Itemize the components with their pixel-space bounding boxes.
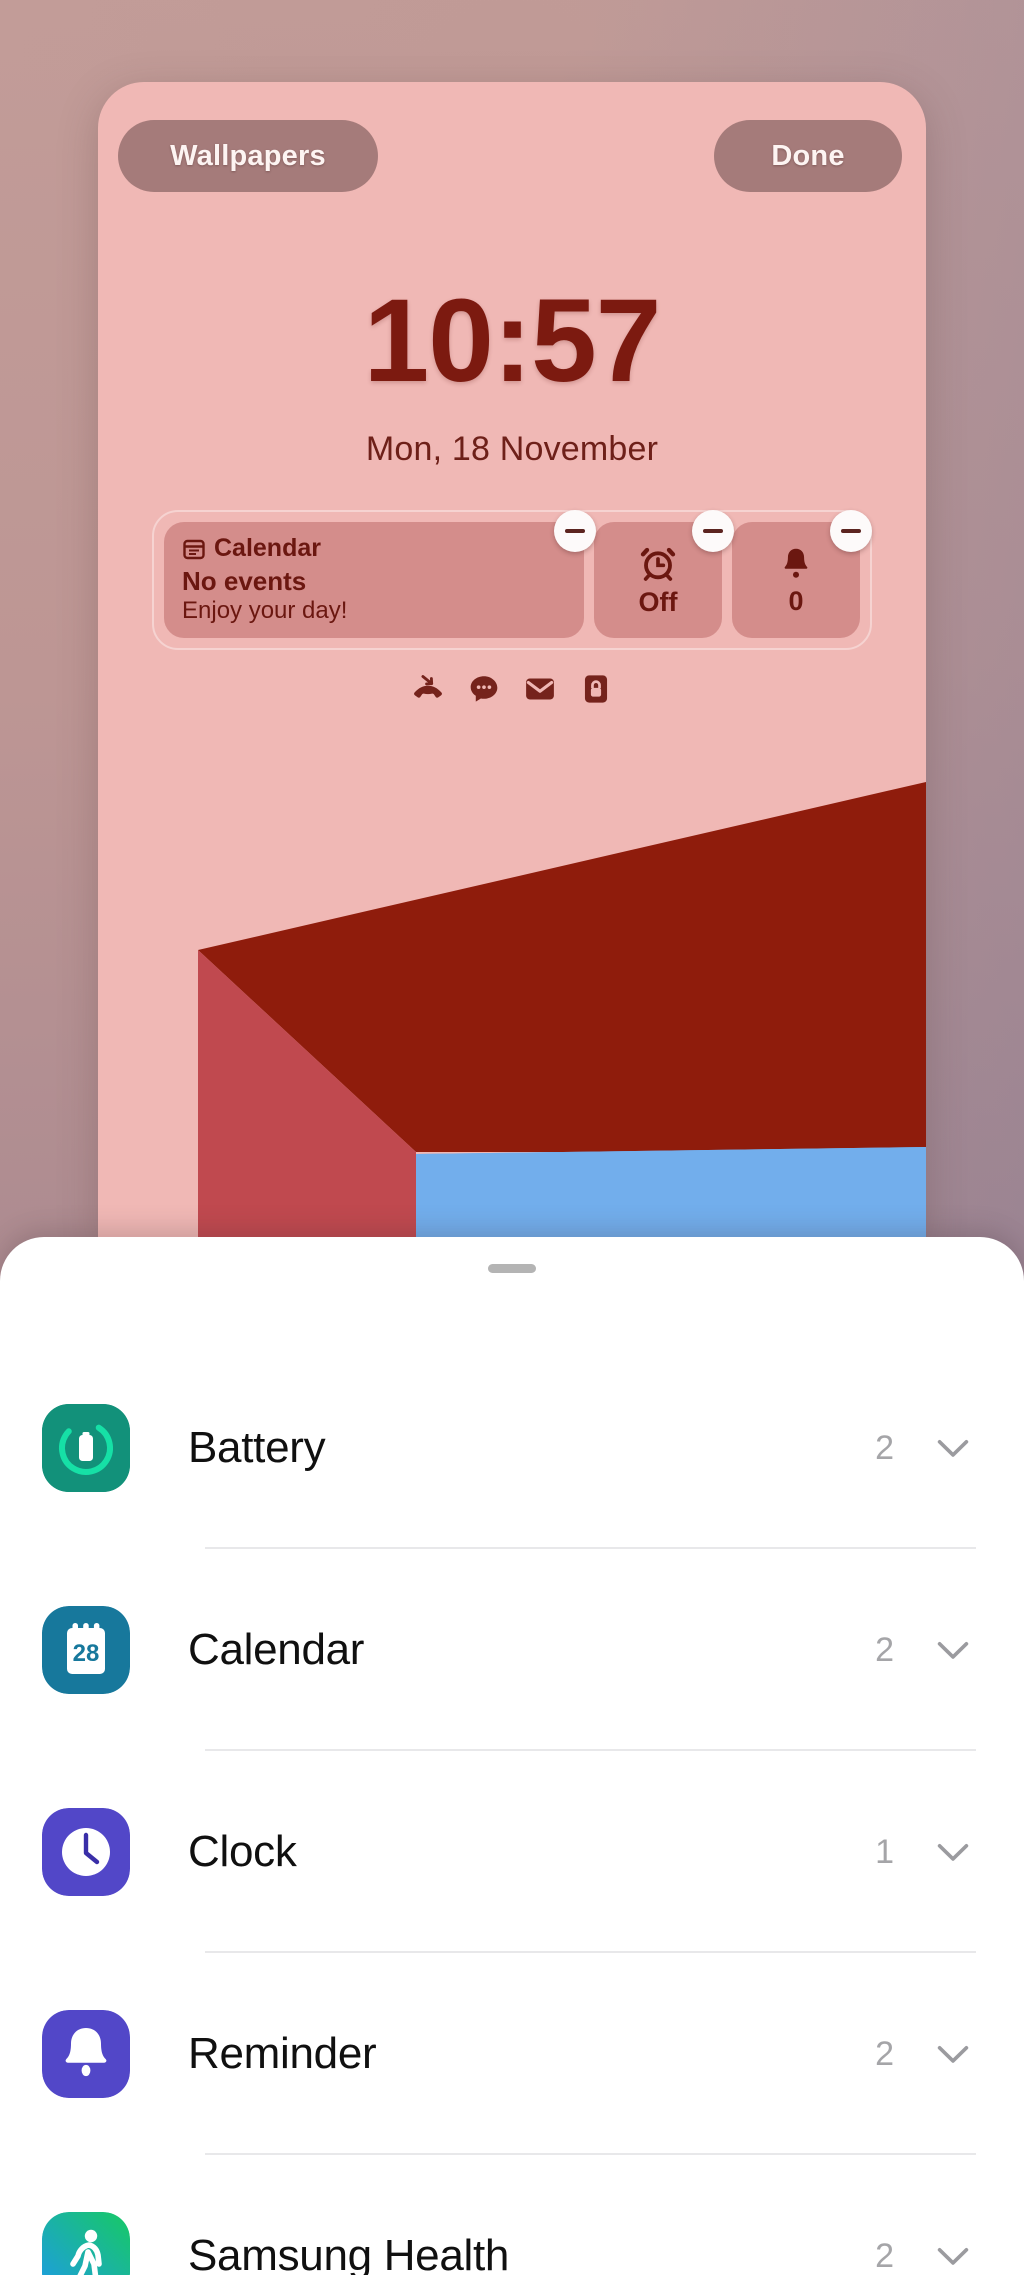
notification-count: 2 xyxy=(875,1428,894,1467)
app-name: Samsung Health xyxy=(188,2231,510,2275)
widget-alarm[interactable]: Off xyxy=(594,510,734,638)
done-button[interactable]: Done xyxy=(714,120,902,192)
remove-calendar-widget-badge[interactable] xyxy=(554,510,596,552)
samsung-health-icon xyxy=(42,2212,130,2275)
minus-icon xyxy=(841,529,861,533)
widget-strip: Calendar No events Enjoy your day! Off 0 xyxy=(152,510,872,650)
lockscreen-preview: Wallpapers Done 10:57 Mon, 18 November C… xyxy=(98,82,926,1242)
list-item[interactable]: Reminder 2 xyxy=(0,1953,1024,2155)
app-name: Clock xyxy=(188,1827,297,1876)
secure-folder-icon xyxy=(584,675,608,703)
app-name: Calendar xyxy=(188,1625,365,1674)
notification-count: 1 xyxy=(875,1832,894,1871)
remove-alarm-widget-badge[interactable] xyxy=(692,510,734,552)
calendar-app-icon: 28 xyxy=(42,1606,130,1694)
widget-calendar-line2: Enjoy your day! xyxy=(182,596,348,624)
reminder-bell-icon xyxy=(42,2010,130,2098)
app-name: Reminder xyxy=(188,2029,377,2078)
notification-count: 2 xyxy=(875,1630,894,1669)
envelope-icon xyxy=(526,678,554,700)
widget-calendar-header: Calendar xyxy=(182,534,566,563)
alarm-clock-icon xyxy=(640,547,676,581)
message-bubble-icon xyxy=(470,676,498,702)
lockscreen-clock: 10:57 xyxy=(363,275,662,407)
remove-notifications-widget-badge[interactable] xyxy=(830,510,872,552)
wallpaper-artwork xyxy=(98,722,926,1242)
widget-calendar-line1: No events xyxy=(182,566,307,596)
wallpapers-button[interactable]: Wallpapers xyxy=(118,120,378,192)
minus-icon xyxy=(703,529,723,533)
bell-icon xyxy=(784,548,808,578)
list-item[interactable]: 28 Calendar 2 xyxy=(0,1549,1024,1751)
list-item[interactable]: Samsung Health 2 xyxy=(0,2155,1024,2275)
chevron-down-icon[interactable] xyxy=(930,1627,976,1673)
app-name: Battery xyxy=(188,1423,326,1472)
widget-calendar[interactable]: Calendar No events Enjoy your day! xyxy=(164,510,596,638)
lockscreen-notification-icons xyxy=(98,672,926,706)
widget-calendar-title: Calendar xyxy=(214,534,321,562)
sheet-drag-handle[interactable] xyxy=(488,1264,536,1273)
chevron-down-icon[interactable] xyxy=(930,1829,976,1875)
minus-icon xyxy=(565,529,585,533)
notification-settings-sheet: Battery 2 28 Calendar 2 Clock 1 Reminder… xyxy=(0,1237,1024,2275)
list-item[interactable]: Battery 2 xyxy=(0,1347,1024,1549)
widget-notifications[interactable]: 0 xyxy=(732,510,872,638)
notification-count: 2 xyxy=(875,2034,894,2073)
missed-call-icon xyxy=(414,675,442,698)
widget-alarm-value: Off xyxy=(638,586,678,617)
clock-app-icon xyxy=(42,1808,130,1896)
widget-notifications-value: 0 xyxy=(788,585,804,616)
app-notification-list: Battery 2 28 Calendar 2 Clock 1 Reminder… xyxy=(0,1347,1024,2275)
chevron-down-icon[interactable] xyxy=(930,1425,976,1471)
battery-icon xyxy=(42,1404,130,1492)
calendar-icon-day: 28 xyxy=(73,1640,100,1667)
notification-count: 2 xyxy=(875,2236,894,2275)
list-item[interactable]: Clock 1 xyxy=(0,1751,1024,1953)
chevron-down-icon[interactable] xyxy=(930,2233,976,2275)
chevron-down-icon[interactable] xyxy=(930,2031,976,2077)
lockscreen-date: Mon, 18 November xyxy=(365,430,659,468)
calendar-icon xyxy=(183,539,205,559)
